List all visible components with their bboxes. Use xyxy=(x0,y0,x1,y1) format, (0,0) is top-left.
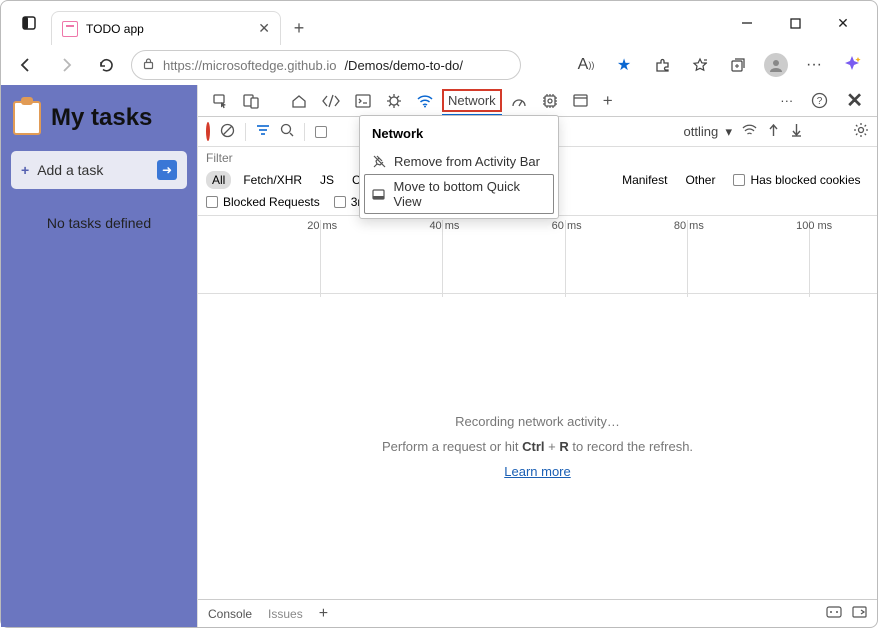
tab-add-button[interactable]: + xyxy=(597,87,619,115)
tab-memory-icon[interactable] xyxy=(536,89,564,113)
url-path: /Demos/demo-to-do/ xyxy=(344,58,463,73)
devtools-help-button[interactable]: ? xyxy=(805,88,834,113)
menu-move-to-bottom[interactable]: Move to bottom Quick View xyxy=(364,174,554,214)
forward-button xyxy=(51,50,81,80)
filter-fetch[interactable]: Fetch/XHR xyxy=(237,171,308,189)
tab-console-icon[interactable] xyxy=(349,90,377,112)
drawer-add-button[interactable]: + xyxy=(319,605,328,623)
unpin-icon xyxy=(372,155,386,168)
minimize-button[interactable] xyxy=(729,9,765,37)
devtools-drawer: Console Issues + xyxy=(198,599,877,627)
extensions-button[interactable] xyxy=(647,50,677,80)
device-toggle-icon[interactable] xyxy=(237,89,265,113)
search-button[interactable] xyxy=(280,123,294,140)
filter-manifest[interactable]: Manifest xyxy=(616,171,673,189)
filter-js[interactable]: JS xyxy=(314,171,340,189)
back-button[interactable] xyxy=(11,50,41,80)
favorite-button[interactable]: ★ xyxy=(609,50,639,80)
tab-elements-icon[interactable] xyxy=(316,90,346,112)
empty-line2: Perform a request or hit Ctrl + R to rec… xyxy=(382,439,693,454)
filter-toggle-icon[interactable] xyxy=(256,124,270,139)
address-bar: https://microsoftedge.github.io/Demos/de… xyxy=(1,45,877,85)
empty-line1: Recording network activity… xyxy=(455,414,620,429)
clipboard-icon xyxy=(13,101,41,135)
title-bar: TODO app ✕ + ✕ xyxy=(1,1,877,45)
url-host: https://microsoftedge.github.io xyxy=(163,58,336,73)
devtools-tabstrip: Network + ··· ? ✕ xyxy=(198,85,877,117)
read-aloud-button[interactable]: A)) xyxy=(571,50,601,80)
context-menu: Network Remove from Activity Bar Move to… xyxy=(359,115,559,219)
favorites-bar-button[interactable] xyxy=(685,50,715,80)
tab-sources-icon[interactable] xyxy=(380,89,408,113)
tab-welcome-icon[interactable] xyxy=(285,89,313,113)
copilot-button[interactable] xyxy=(837,50,867,80)
maximize-button[interactable] xyxy=(777,9,813,37)
has-blocked-cookies-checkbox[interactable]: Has blocked cookies xyxy=(733,173,860,187)
timeline-overview[interactable]: 20 ms 40 ms 60 ms 80 ms 100 ms xyxy=(198,216,877,294)
tab-network[interactable]: Network xyxy=(442,89,502,112)
app-sidebar: My tasks + Add a task ➜ No tasks defined xyxy=(1,85,197,627)
menu-remove-from-activity-bar[interactable]: Remove from Activity Bar xyxy=(364,149,554,174)
app-title-text: My tasks xyxy=(51,104,152,132)
tab-actions-button[interactable] xyxy=(13,7,45,39)
move-bottom-icon xyxy=(372,189,386,200)
tab-application-icon[interactable] xyxy=(567,90,594,111)
devtools-close-button[interactable]: ✕ xyxy=(840,84,869,117)
plus-icon: + xyxy=(21,162,29,178)
blocked-requests-checkbox[interactable]: Blocked Requests xyxy=(206,195,320,209)
preserve-log-checkbox[interactable] xyxy=(315,126,327,138)
collections-button[interactable] xyxy=(723,50,753,80)
empty-tasks-label: No tasks defined xyxy=(11,215,187,231)
inspect-tool-icon[interactable] xyxy=(206,89,234,113)
tab-close-button[interactable]: ✕ xyxy=(258,20,270,37)
tab-title: TODO app xyxy=(86,22,250,36)
export-har-icon[interactable] xyxy=(790,123,803,140)
context-menu-title: Network xyxy=(364,124,554,149)
more-button[interactable]: ··· xyxy=(799,50,829,80)
tab-performance-icon[interactable] xyxy=(505,90,533,112)
learn-more-link[interactable]: Learn more xyxy=(504,464,570,479)
import-har-icon[interactable] xyxy=(767,123,780,140)
close-window-button[interactable]: ✕ xyxy=(825,9,861,37)
drawer-icon-2[interactable] xyxy=(852,606,867,621)
clear-button[interactable] xyxy=(220,123,235,141)
submit-arrow-icon[interactable]: ➜ xyxy=(157,160,177,180)
profile-button[interactable] xyxy=(761,50,791,80)
network-conditions-icon[interactable] xyxy=(742,124,757,140)
lock-icon xyxy=(142,57,155,73)
record-button[interactable] xyxy=(206,124,210,139)
drawer-tab-console[interactable]: Console xyxy=(208,607,252,621)
network-settings-icon[interactable] xyxy=(853,122,869,141)
app-title: My tasks xyxy=(13,101,187,135)
tab-favicon-icon xyxy=(62,21,78,37)
add-task-label: Add a task xyxy=(37,162,103,178)
tab-network-wifi-icon[interactable] xyxy=(411,90,439,112)
filter-other[interactable]: Other xyxy=(679,171,721,189)
drawer-icon-1[interactable] xyxy=(826,606,842,621)
url-input[interactable]: https://microsoftedge.github.io/Demos/de… xyxy=(131,50,521,80)
devtools-more-button[interactable]: ··· xyxy=(774,89,799,112)
refresh-button[interactable] xyxy=(91,50,121,80)
add-task-input[interactable]: + Add a task ➜ xyxy=(11,151,187,189)
window-controls: ✕ xyxy=(729,9,861,37)
new-tab-button[interactable]: + xyxy=(285,18,313,39)
filter-all[interactable]: All xyxy=(206,171,231,189)
browser-tab[interactable]: TODO app ✕ xyxy=(51,11,281,45)
drawer-tab-issues[interactable]: Issues xyxy=(268,607,303,621)
network-empty-state: Recording network activity… Perform a re… xyxy=(198,294,877,599)
svg-text:?: ? xyxy=(817,96,823,107)
throttling-dropdown[interactable]: ottling ▾ xyxy=(684,124,732,140)
